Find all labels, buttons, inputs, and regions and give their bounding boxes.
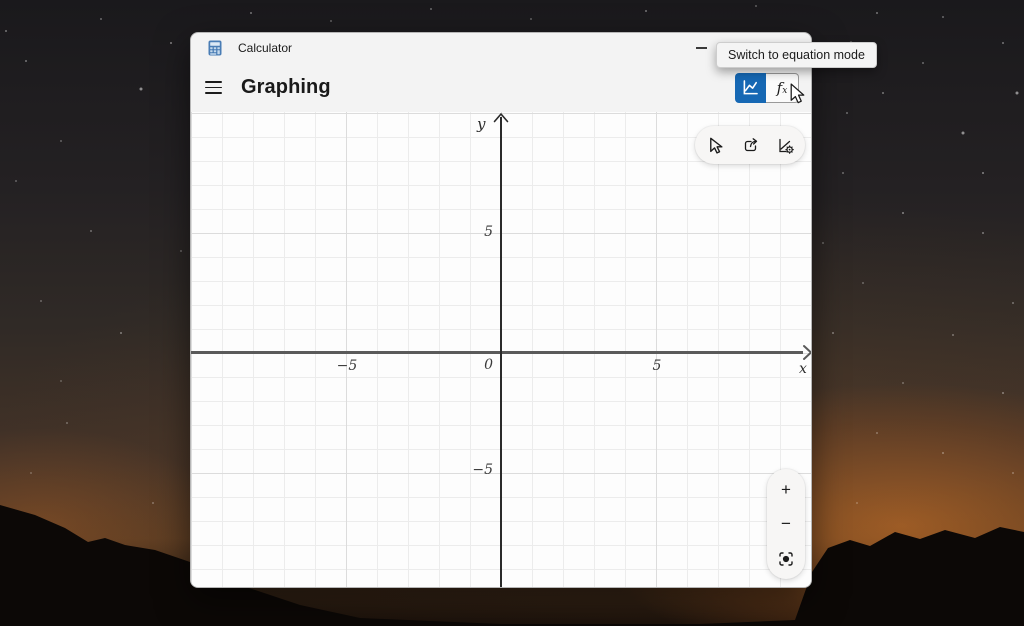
- calculator-icon: [208, 40, 222, 56]
- y-tick-5: 5: [484, 224, 493, 240]
- page-title: Graphing: [241, 76, 331, 98]
- mouse-pointer-icon: [790, 83, 805, 104]
- x-tick-neg5: −5: [336, 358, 358, 374]
- y-tick-neg5: −5: [472, 462, 493, 478]
- zoom-in-button[interactable]: +: [771, 476, 801, 504]
- share-icon: [744, 137, 757, 151]
- x-axis: [191, 351, 803, 354]
- calculator-window: Calculator Graphing fx y x 5 −5 0 −5 5 +…: [190, 32, 812, 588]
- y-axis-arrow-icon: [493, 113, 509, 123]
- trace-pointer-icon: [710, 137, 723, 154]
- hamburger-menu-icon[interactable]: [205, 77, 227, 99]
- minimize-icon: [695, 47, 707, 49]
- graph-options-button[interactable]: [770, 130, 800, 160]
- graph-mode-button[interactable]: [735, 72, 766, 103]
- graph-toolbar: [695, 126, 805, 164]
- share-button[interactable]: [735, 130, 765, 160]
- y-axis: [500, 117, 502, 587]
- desktop-screen: Calculator Graphing fx y x 5 −5 0 −5 5 +…: [0, 0, 1024, 626]
- zoom-out-button[interactable]: −: [771, 510, 801, 538]
- center-view-icon: [779, 551, 793, 566]
- graph-canvas[interactable]: y x 5 −5 0 −5 5 + −: [191, 112, 811, 587]
- graph-settings-icon: [778, 138, 794, 154]
- minimize-button[interactable]: [687, 33, 715, 63]
- trace-button[interactable]: [700, 130, 730, 160]
- origin-tick: 0: [484, 357, 493, 373]
- fit-view-button[interactable]: [771, 545, 801, 573]
- star-field: [0, 0, 2, 2]
- x-axis-arrow-icon: [803, 345, 811, 360]
- app-title: Calculator: [238, 41, 293, 55]
- tooltip: Switch to equation mode: [716, 42, 877, 68]
- x-axis-label: x: [799, 361, 807, 377]
- zoom-controls: + −: [767, 469, 805, 579]
- x-tick-5: 5: [652, 358, 662, 374]
- app-header: Graphing fx: [191, 63, 811, 112]
- line-chart-icon: [743, 80, 758, 95]
- gear-icon: [784, 144, 794, 154]
- y-axis-label: y: [477, 115, 486, 133]
